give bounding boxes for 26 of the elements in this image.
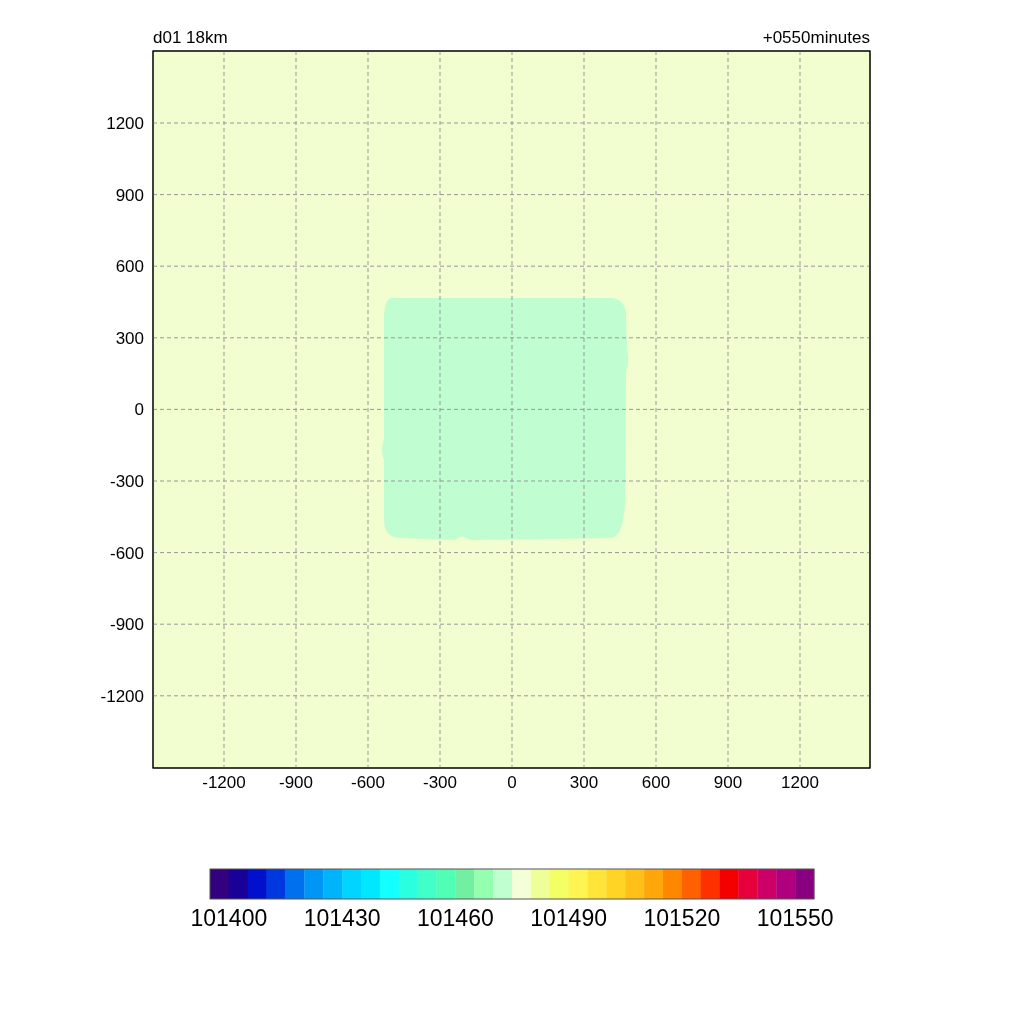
- x-tick-label: 600: [641, 773, 671, 792]
- x-tick-label: -1200: [202, 773, 246, 792]
- x-tick-label: -300: [423, 773, 457, 792]
- colorbar-label: 101550: [756, 905, 834, 931]
- colorbar-label: 101520: [643, 905, 721, 931]
- y-tick-label: 300: [115, 328, 144, 348]
- y-tick-label: 1200: [106, 114, 144, 133]
- x-tick-label: 0: [507, 773, 517, 792]
- colorbar-label: 101460: [417, 905, 494, 931]
- colorbar-label: 101490: [530, 905, 607, 931]
- colorbar-label: 101400: [190, 905, 268, 931]
- y-tick-label: -300: [109, 472, 144, 491]
- plot-subtitle: d01 18km: [153, 28, 228, 47]
- x-tick-label: -600: [351, 773, 385, 792]
- y-tick-label: 0: [134, 400, 144, 420]
- y-tick-label: 600: [115, 257, 144, 277]
- y-tick-label: -600: [109, 543, 144, 563]
- x-tick-label: 1200: [781, 773, 819, 792]
- colorbar-label: 101430: [303, 905, 381, 931]
- x-tick-label: -900: [279, 773, 313, 792]
- y-tick-label: -900: [109, 615, 144, 635]
- y-tick-label: 900: [115, 185, 144, 205]
- x-tick-label: 300: [569, 773, 599, 792]
- time-label: +0550minutes: [762, 28, 870, 47]
- y-tick-label: -1200: [100, 686, 144, 706]
- x-tick-label: 900: [713, 773, 743, 792]
